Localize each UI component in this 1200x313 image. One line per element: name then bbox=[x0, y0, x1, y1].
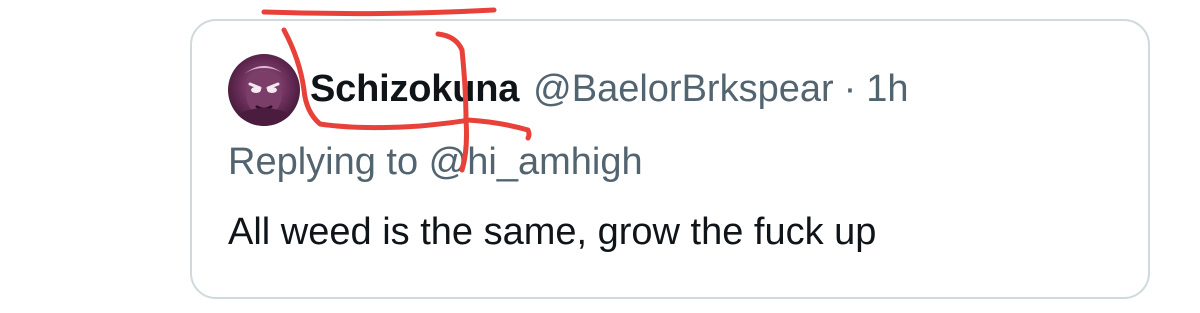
replying-to: Replying to @hi_amhigh bbox=[228, 141, 643, 184]
avatar-image bbox=[228, 54, 300, 126]
tweet-header: Schizokuna @BaelorBrkspear · 1h bbox=[310, 64, 909, 114]
timestamp[interactable]: 1h bbox=[866, 68, 908, 111]
user-handle[interactable]: @BaelorBrkspear bbox=[533, 68, 833, 111]
annotation-top-line bbox=[261, 7, 497, 17]
display-name[interactable]: Schizokuna bbox=[310, 68, 519, 111]
replying-to-prefix: Replying to bbox=[228, 141, 429, 183]
avatar[interactable] bbox=[228, 54, 300, 126]
separator-dot: · bbox=[843, 67, 857, 110]
replying-to-handle[interactable]: @hi_amhigh bbox=[429, 141, 643, 183]
tweet-text: All weed is the same, grow the fuck up bbox=[228, 211, 877, 253]
